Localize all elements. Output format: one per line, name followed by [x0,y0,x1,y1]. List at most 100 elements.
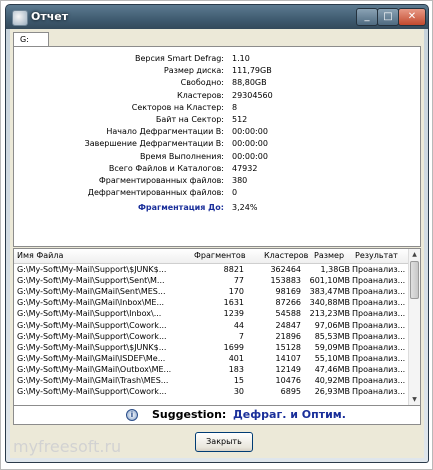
cell-result: Проанализ... [352,364,406,374]
info-value: 1.10 [232,54,250,63]
close-window-button[interactable]: ✕ [398,8,426,26]
cell-filename: G:\My-Soft\My-Mail\Support\$JUNK$... [17,265,167,274]
cell-size: 601,10MB [309,276,350,286]
cell-fragments: 1631 [223,298,244,308]
info-row: Байт на Сектор: 512 [14,115,420,127]
cell-size: 213,23MB [309,309,350,319]
report-window: Отчет _ □ ✕ G: Версия Smart Defrag: 1.10 Р… [5,4,429,463]
maximize-button[interactable]: □ [377,8,399,26]
minimize-button[interactable]: _ [356,8,378,26]
cell-fragments: 44 [233,320,244,330]
table-row[interactable]: G:\My-Soft\My-Mail\Support\$JUNK$... 1699… [14,343,408,354]
cell-result: Проанализ... [352,331,406,341]
info-label: Завершение Дефрагментации В: [84,139,224,149]
info-label: Размер диска: [163,66,224,76]
cell-result: Проанализ... [352,276,406,286]
cell-filename: G:\My-Soft\My-Mail\GMail\Inbox\ME... [17,298,165,308]
info-row: Время Выполнения: 00:00:00 [14,152,420,164]
column-header-result[interactable]: Результат [355,251,398,260]
cell-clusters: 362464 [270,265,301,274]
tab-drive-g[interactable]: G: [13,32,49,47]
close-button[interactable]: Закрыть [195,432,253,452]
column-header-filename[interactable]: Имя Файла [17,251,173,260]
suggestion-text: Дефраг. и Оптим. [233,408,346,421]
cell-result: Проанализ... [352,353,406,363]
info-label: Дефрагментированных файлов: [87,188,224,198]
table-row[interactable]: G:\My-Soft\My-Mail\Support\Cowork... 30 68… [14,387,408,398]
vertical-scrollbar[interactable]: ▲ ▼ [408,249,420,405]
info-value: 29304560 [232,90,273,100]
cell-clusters: 98169 [275,287,301,297]
info-row: Свободно: 88,80GB [14,78,420,90]
info-row: Версия Smart Defrag: 1.10 [14,54,420,66]
info-value: 512 [232,115,248,124]
cell-result: Проанализ... [352,320,406,330]
window-title: Отчет [31,10,69,23]
cell-size: 1,38GB [320,265,351,274]
info-row: Завершение Дефрагментации В: 00:00:00 [14,139,420,151]
cell-filename: G:\My-Soft\My-Mail\Support\Cowork... [17,331,167,341]
cell-size: 340,88MB [309,298,350,308]
cell-fragments: 1239 [223,309,244,319]
info-row: Размер диска: 111,79GB [14,66,420,78]
info-row: Фрагментация До: 3,24% [14,203,420,215]
info-row: Кластеров: 29304560 [14,91,420,103]
scroll-up-icon[interactable]: ▲ [409,249,420,260]
info-label: Всего Файлов и Каталогов: [108,163,224,173]
info-value: 00:00:00 [232,127,268,137]
cell-size: 47,46MB [314,364,350,374]
scroll-thumb[interactable] [410,261,419,299]
info-value: 00:00:00 [232,151,268,161]
table-row[interactable]: G:\My-Soft\My-Mail\GMail\Inbox\ME... 1631… [14,298,408,309]
cell-size: 85,53MB [314,331,350,341]
cell-clusters: 14107 [275,353,301,363]
cell-fragments: 183 [228,364,244,374]
info-value: 111,79GB [232,66,272,76]
cell-size: 383,47MB [309,287,350,297]
cell-fragments: 77 [233,276,244,286]
table-row[interactable]: G:\My-Soft\My-Mail\GMail\Outbox\ME... 183… [14,365,408,376]
app-icon [12,10,28,26]
cell-fragments: 1699 [223,342,244,352]
cell-clusters: 153883 [270,276,301,286]
table-row[interactable]: G:\My-Soft\My-Mail\Support\$JUNK$... 8821… [14,265,408,276]
watermark: myfreesoft.ru [13,437,122,456]
table-row[interactable]: G:\My-Soft\My-Mail\GMail\ISDEF\Me... 401 1… [14,354,408,365]
cell-filename: G:\My-Soft\My-Mail\Support\Inbox\... [17,309,162,319]
cell-size: 97,06MB [314,320,350,330]
cell-filename: G:\My-Soft\My-Mail\Support\Sent\M... [17,276,165,286]
column-header-fragments[interactable]: Фрагментов [194,251,246,260]
info-label: Секторов на Кластер: [131,102,224,112]
cell-clusters: 15128 [275,342,301,352]
info-label: Начало Дефрагментации В: [106,127,224,137]
table-row[interactable]: G:\My-Soft\My-Mail\Support\Sent\M... 77 15… [14,276,408,287]
cell-filename: G:\My-Soft\My-Mail\GMail\ISDEF\Me... [17,353,166,363]
scroll-down-icon[interactable]: ▼ [409,394,420,405]
column-header-size[interactable]: Размер [314,251,344,260]
cell-filename: G:\My-Soft\My-Mail\Support\Cowork... [17,320,167,330]
file-list: Имя Файла Фрагментов Кластеров Размер Ре… [13,248,421,406]
info-value: 380 [232,176,248,185]
cell-clusters: 10476 [275,376,301,385]
info-icon: i [126,409,138,421]
info-value: 0 [232,188,238,198]
cell-clusters: 54588 [275,309,301,319]
info-row: Начало Дефрагментации В: 00:00:00 [14,127,420,139]
info-panel: Версия Smart Defrag: 1.10 Размер диска: 111… [13,46,421,247]
table-row[interactable]: G:\My-Soft\My-Mail\Support\Inbox\... 1239… [14,309,408,320]
cell-fragments: 170 [228,287,244,297]
cell-clusters: 21896 [275,331,301,341]
info-value: 3,24% [232,203,258,213]
cell-fragments: 7 [238,331,244,341]
info-label: Версия Smart Defrag: [134,54,224,63]
table-row[interactable]: G:\My-Soft\My-Mail\Support\Cowork... 7 218… [14,332,408,343]
table-row[interactable]: G:\My-Soft\My-Mail\GMail\Trash\MES... 15 1… [14,376,408,387]
table-row[interactable]: G:\My-Soft\My-Mail\Support\Cowork... 44 24… [14,321,408,332]
table-row[interactable]: G:\My-Soft\My-Mail\GMail\Sent\MES... 170 9… [14,287,408,298]
title-bar[interactable]: Отчет _ □ ✕ [6,5,428,29]
column-header-clusters[interactable]: Кластеров [264,251,308,260]
info-value: 00:00:00 [232,139,268,149]
cell-filename: G:\My-Soft\My-Mail\Support\Cowork... [17,387,167,397]
cell-clusters: 24847 [275,320,301,330]
cell-result: Проанализ... [352,376,406,385]
